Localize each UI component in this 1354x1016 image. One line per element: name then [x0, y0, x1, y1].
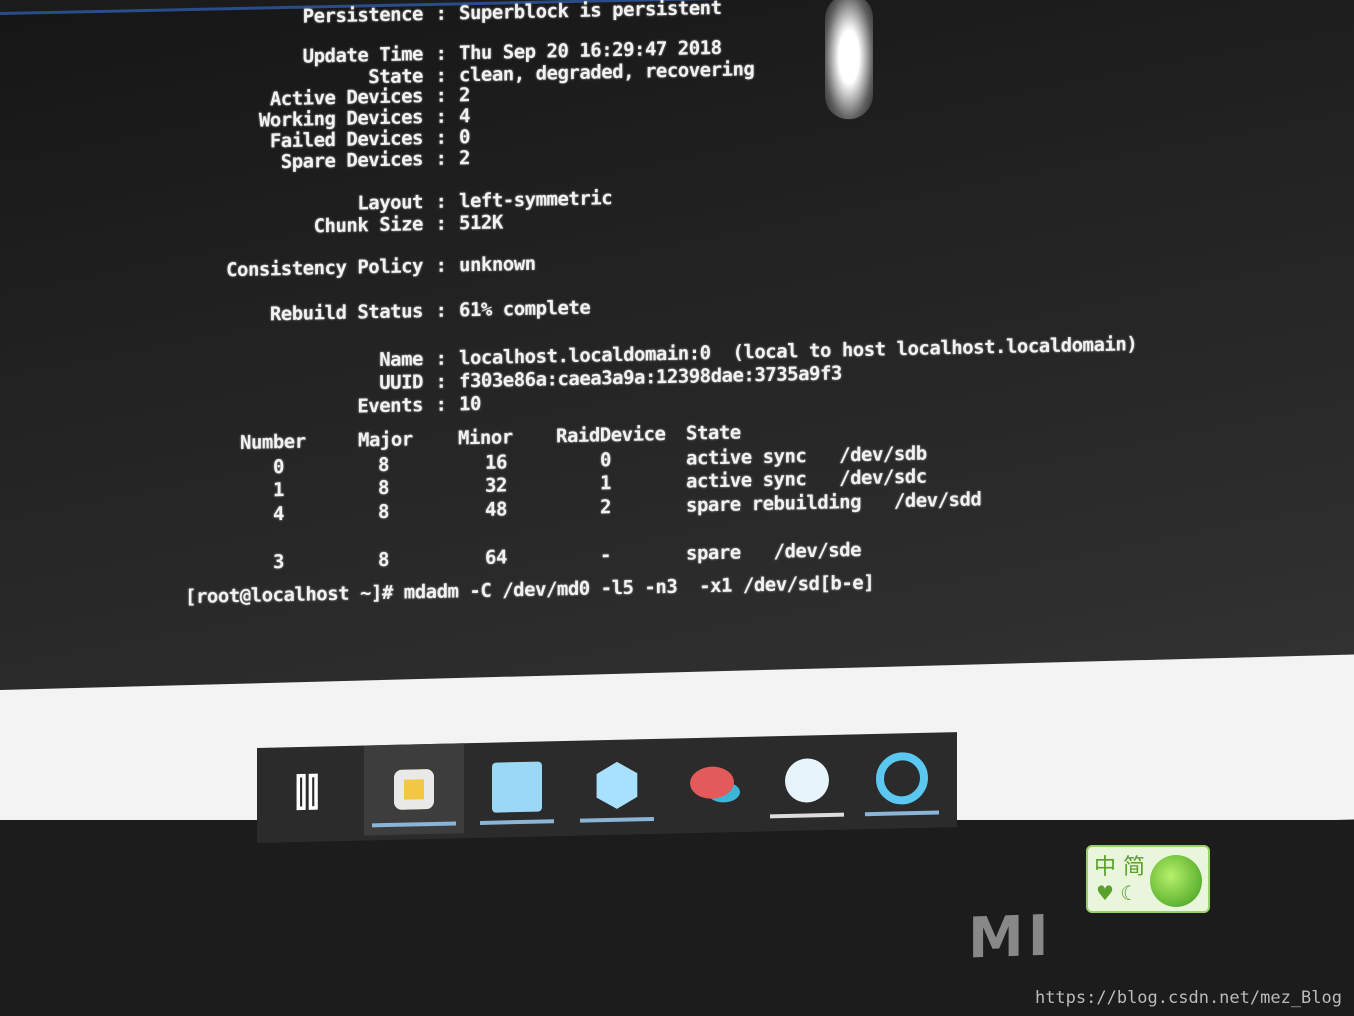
table-cell: spare /dev/sde [686, 538, 862, 565]
table-cell: 2 [600, 496, 611, 519]
table-header: Minor [458, 426, 513, 450]
table-cell: 8 [378, 548, 389, 572]
detail-value: 2 [459, 84, 470, 107]
table-cell: 32 [485, 474, 507, 497]
badge-text: 中 简 [1094, 855, 1145, 880]
detail-value: Superblock is persistent [459, 0, 722, 25]
table-cell: spare rebuilding /dev/sdd [686, 488, 982, 517]
browser-app-icon[interactable] [857, 732, 947, 824]
separator: : [435, 212, 447, 235]
detail-value: 2 [459, 147, 470, 170]
table-cell: 0 [600, 449, 611, 472]
detail-row: Consistency Policy: unknown [3, 252, 536, 286]
badge-icons: ♥ ☾ [1096, 881, 1139, 905]
separator: : [435, 254, 447, 277]
table-cell: 0 [273, 456, 284, 479]
detail-value: 10 [459, 392, 481, 416]
terminal-screen: Persistence: Superblock is persistent Upda… [0, 0, 1354, 732]
app-window-icon[interactable] [472, 741, 562, 833]
separator: : [435, 370, 447, 393]
table-header: Number [240, 430, 306, 454]
detail-row: Rebuild Status:61% complete [3, 297, 590, 331]
taskbar: ⫿⫿ ⬢ [257, 732, 957, 843]
detail-key: Consistency Policy [226, 255, 423, 282]
table-cell: - [600, 544, 611, 567]
table-cell: 1 [273, 479, 284, 502]
task-view-icon[interactable]: ⫿⫿ [262, 746, 352, 838]
detail-value: 4 [459, 105, 470, 128]
table-header: Major [358, 428, 413, 452]
separator: : [435, 105, 447, 128]
separator: : [435, 126, 447, 149]
table-cell: 4 [273, 503, 284, 526]
file-explorer-icon[interactable] [364, 743, 464, 836]
detail-value: 512K [459, 211, 503, 235]
detail-value: 61% complete [459, 296, 591, 322]
table-cell: 3 [273, 551, 284, 574]
hexagon-app-icon[interactable]: ⬢ [572, 739, 662, 831]
detail-value: unknown [459, 252, 536, 277]
table-header: State [686, 421, 741, 445]
detail-value: left-symmetric [459, 187, 613, 213]
brand-logo: MI [968, 903, 1053, 972]
screen-glare [825, 0, 873, 120]
separator: : [435, 42, 447, 65]
table-cell: active sync /dev/sdc [686, 465, 927, 493]
separator: : [435, 299, 447, 322]
table-cell: 8 [378, 476, 389, 500]
table-cell: 1 [600, 472, 611, 495]
table-cell: 8 [378, 453, 389, 477]
flask-icon [1150, 855, 1202, 907]
separator: : [435, 147, 447, 170]
table-header: RaidDevice [556, 423, 666, 448]
video-app-icon[interactable] [762, 734, 852, 826]
separator: : [435, 347, 447, 370]
separator: : [435, 2, 447, 25]
detail-key: Persistence [302, 3, 423, 28]
table-cell: 64 [485, 546, 507, 569]
shell-prompt[interactable]: [root@localhost ~]# mdadm -C /dev/md0 -l… [185, 572, 874, 608]
separator: : [435, 84, 447, 107]
input-method-badge[interactable]: 中 简 ♥ ☾ [1086, 845, 1210, 913]
detail-row: Persistence: Superblock is persistent [3, 0, 722, 34]
separator: : [435, 190, 447, 213]
detail-value: 0 [459, 126, 470, 149]
separator: : [435, 393, 447, 416]
table-cell: 8 [378, 500, 389, 524]
watermark: https://blog.csdn.net/mez_Blog [1034, 988, 1342, 1008]
table-cell: 48 [485, 498, 507, 521]
paint-app-icon[interactable] [667, 737, 757, 829]
detail-key: Rebuild Status [269, 300, 423, 326]
table-cell: 16 [485, 451, 507, 474]
